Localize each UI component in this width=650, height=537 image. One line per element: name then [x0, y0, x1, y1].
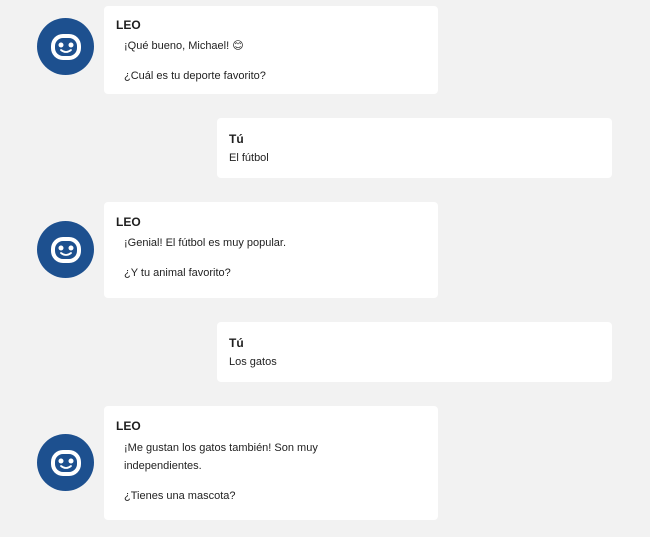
bot-message: LEO ¡Qué bueno, Michael! 😊 ¿Cuál es tu d… [104, 6, 438, 94]
message-body: ¡Qué bueno, Michael! 😊 ¿Cuál es tu depor… [124, 37, 426, 85]
message-body: Los gatos [229, 356, 277, 368]
message-sender: LEO [116, 215, 141, 229]
robot-face-icon [50, 236, 81, 263]
message-line: ¡Me gustan los gatos también! Son muy in… [124, 442, 318, 472]
message-body: ¡Me gustan los gatos también! Son muy in… [124, 439, 354, 505]
message-sender: Tú [229, 336, 244, 350]
bot-avatar [37, 434, 94, 491]
message-body: ¡Genial! El fútbol es muy popular. ¿Y tu… [124, 234, 426, 282]
message-sender: LEO [116, 18, 141, 32]
message-body: El fútbol [229, 152, 269, 164]
robot-face-icon [50, 449, 81, 476]
user-message: Tú Los gatos [217, 322, 612, 382]
message-line: ¡Genial! El fútbol es muy popular. [124, 237, 287, 249]
message-line: ¿Y tu animal favorito? [124, 267, 231, 279]
bot-avatar [37, 221, 94, 278]
message-sender: Tú [229, 132, 244, 146]
message-line: ¿Cuál es tu deporte favorito? [124, 70, 266, 82]
message-line: ¿Tienes una mascota? [124, 490, 236, 502]
bot-avatar [37, 18, 94, 75]
message-sender: LEO [116, 419, 141, 433]
message-line: ¡Qué bueno, Michael! 😊 [124, 40, 244, 52]
robot-face-icon [50, 33, 81, 60]
bot-message: LEO ¡Me gustan los gatos también! Son mu… [104, 406, 438, 520]
bot-message: LEO ¡Genial! El fútbol es muy popular. ¿… [104, 202, 438, 298]
user-message: Tú El fútbol [217, 118, 612, 178]
